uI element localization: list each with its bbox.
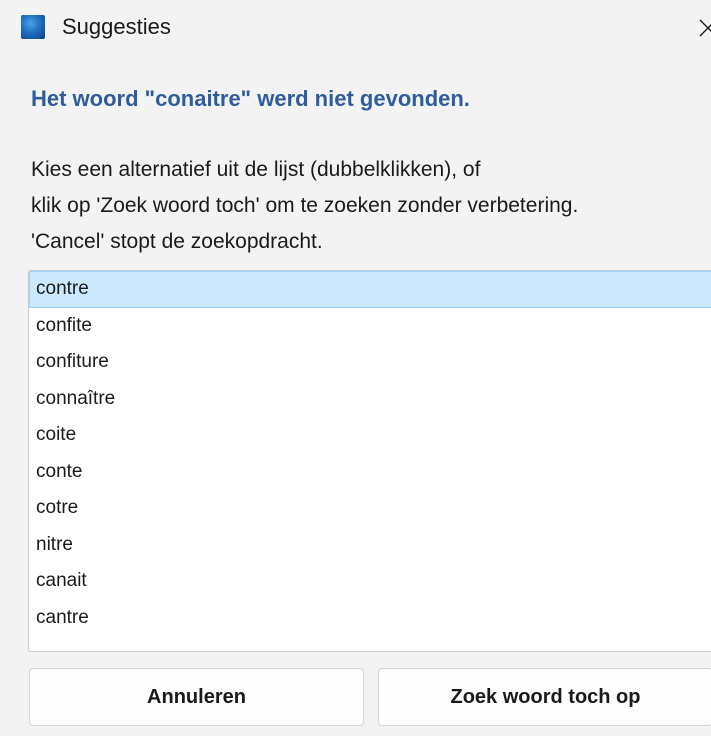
list-item[interactable]: coite	[29, 417, 711, 454]
close-icon	[699, 19, 711, 37]
dialog-heading: Het woord "conaitre" werd niet gevonden.	[31, 86, 470, 111]
list-item[interactable]: cotre	[29, 490, 711, 527]
list-item[interactable]: confiture	[29, 344, 711, 381]
list-item[interactable]: nitre	[29, 527, 711, 564]
title-bar: Suggesties	[0, 0, 711, 52]
list-item[interactable]: contre	[29, 271, 711, 308]
close-button[interactable]	[688, 8, 711, 48]
instruction-line: klik op 'Zoek woord toch' om te zoeken z…	[31, 194, 579, 217]
list-item[interactable]: connaître	[29, 381, 711, 418]
window-title: Suggesties	[62, 14, 171, 39]
instruction-line: 'Cancel' stopt de zoekopdracht.	[31, 230, 323, 253]
list-item[interactable]: cantre	[29, 600, 711, 637]
list-item[interactable]: confite	[29, 308, 711, 345]
cancel-button[interactable]: Annuleren	[29, 668, 364, 726]
app-icon	[21, 15, 45, 39]
instructions: Kies een alternatief uit de lijst (dubbe…	[31, 152, 578, 260]
list-item[interactable]: canait	[29, 563, 711, 600]
suggestions-list[interactable]: contre confite confiture connaître coite…	[28, 270, 711, 652]
instruction-line: Kies een alternatief uit de lijst (dubbe…	[31, 158, 481, 181]
list-item[interactable]: conte	[29, 454, 711, 491]
search-anyway-button[interactable]: Zoek woord toch op	[378, 668, 711, 726]
